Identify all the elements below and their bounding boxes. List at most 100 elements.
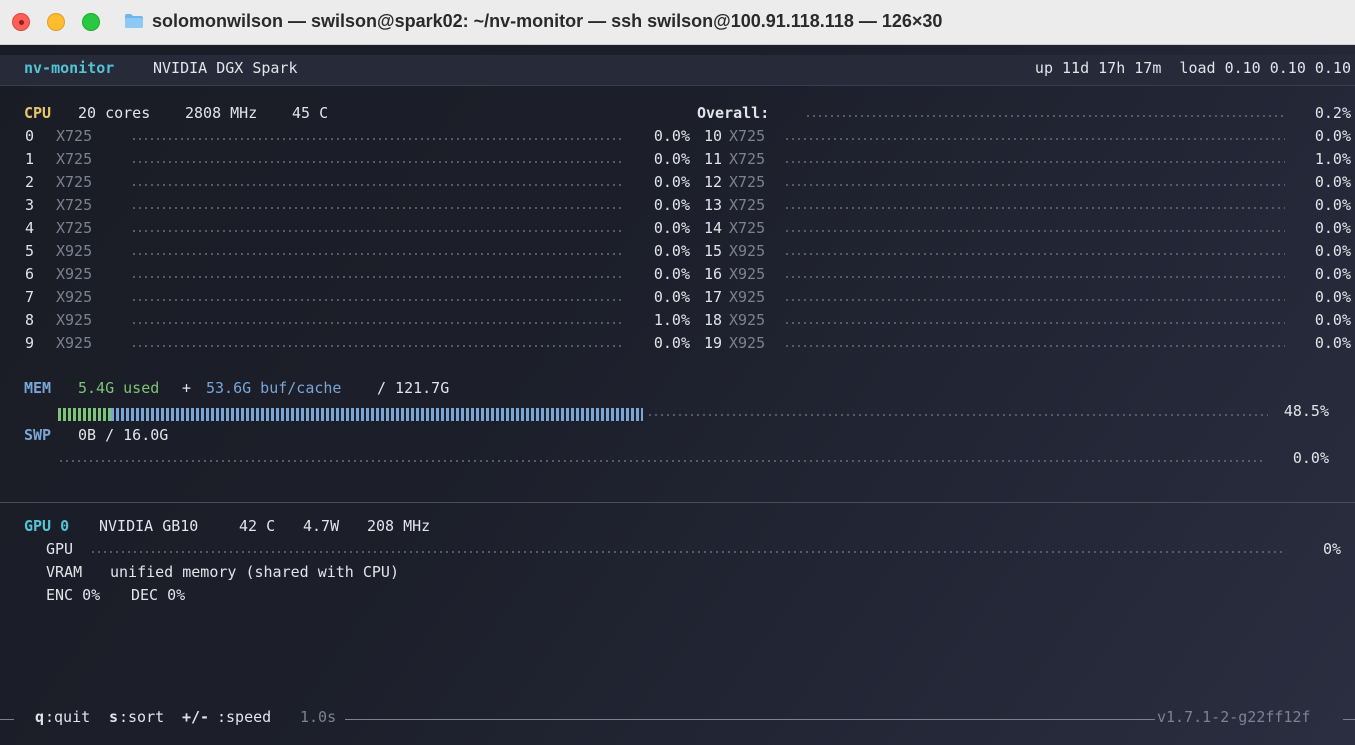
cpu-core-id: 7 xyxy=(24,288,34,306)
cpu-core-id: 2 xyxy=(24,173,34,191)
mem-free-bar xyxy=(647,414,1268,416)
cpu-core-id: 17 xyxy=(703,288,722,306)
cpu-core-type: X925 xyxy=(729,288,766,306)
cpu-core-bar xyxy=(131,184,624,186)
cpu-core-bar xyxy=(131,207,624,209)
cpu-core-type: X725 xyxy=(56,127,93,145)
cpu-core-type: X725 xyxy=(56,173,93,191)
cpu-freq: 2808 MHz xyxy=(185,104,258,122)
cpu-core-id: 6 xyxy=(24,265,34,283)
mem-percent: 48.5% xyxy=(1283,402,1329,420)
decoder-usage: DEC 0% xyxy=(131,586,186,604)
gpu-clock: 208 MHz xyxy=(367,517,431,535)
cpu-core-bar xyxy=(131,276,624,278)
cpu-core-bar xyxy=(784,299,1285,301)
cpu-core-bar xyxy=(131,345,624,347)
cpu-overall-bar xyxy=(805,115,1285,117)
cpu-core-bar xyxy=(784,207,1285,209)
cpu-core-type: X925 xyxy=(56,311,93,329)
cpu-overall-label: Overall: xyxy=(697,104,770,122)
cpu-core-usage: 0.0% xyxy=(653,265,690,283)
cpu-core-id: 9 xyxy=(24,334,34,352)
mem-used: 5.4G used xyxy=(78,379,160,397)
cpu-core-bar xyxy=(131,230,624,232)
uptime-load: up 11d 17h 17m load 0.10 0.10 0.10 xyxy=(1034,59,1351,77)
cpu-core-id: 10 xyxy=(703,127,722,145)
cpu-core-bar xyxy=(784,161,1285,163)
folder-icon xyxy=(125,14,143,28)
app-header: nv-monitor NVIDIA DGX Spark up 11d 17h 1… xyxy=(0,55,1355,86)
swap-bar xyxy=(58,460,1263,462)
cpu-core-id: 0 xyxy=(24,127,34,145)
terminal-content[interactable]: nv-monitor NVIDIA DGX Spark up 11d 17h 1… xyxy=(0,45,1355,745)
cpu-label: CPU xyxy=(24,104,52,122)
speed-value: 1.0s xyxy=(300,708,337,726)
gpu-temp: 42 C xyxy=(239,517,276,535)
zoom-button[interactable] xyxy=(82,13,100,31)
speed-key: +/- xyxy=(182,708,210,726)
mem-plus: + xyxy=(182,379,192,397)
cpu-core-type: X925 xyxy=(56,242,93,260)
cpu-core-type: X725 xyxy=(56,196,93,214)
mem-label: MEM xyxy=(24,379,52,397)
cpu-core-usage: 0.0% xyxy=(1314,288,1351,306)
gpu-util-value: 0% xyxy=(1322,540,1341,558)
gpu-util-label: GPU xyxy=(46,540,74,558)
cpu-core-usage: 0.0% xyxy=(1314,173,1351,191)
close-button[interactable] xyxy=(12,13,30,31)
sort-label: :sort xyxy=(119,708,165,726)
gpu-name: NVIDIA GB10 xyxy=(99,517,199,535)
cpu-core-id: 11 xyxy=(703,150,722,168)
cpu-core-bar xyxy=(784,322,1285,324)
footer-rule-left xyxy=(0,719,14,720)
cpu-core-usage: 0.0% xyxy=(653,150,690,168)
terminal-window: solomonwilson — swilson@spark02: ~/nv-mo… xyxy=(0,0,1355,745)
cpu-core-usage: 0.0% xyxy=(1314,127,1351,145)
section-divider xyxy=(0,502,1355,503)
cpu-core-type: X925 xyxy=(56,265,93,283)
version-label: v1.7.1-2-g22ff12f xyxy=(1157,708,1311,726)
quit-key: q xyxy=(35,708,45,726)
cpu-core-usage: 0.0% xyxy=(1314,334,1351,352)
cpu-core-bar xyxy=(784,253,1285,255)
cpu-core-type: X925 xyxy=(56,334,93,352)
cpu-core-usage: 0.0% xyxy=(653,173,690,191)
cpu-overall-value: 0.2% xyxy=(1314,104,1351,122)
vram-label: VRAM xyxy=(46,563,83,581)
minimize-button[interactable] xyxy=(47,13,65,31)
cpu-core-type: X925 xyxy=(729,311,766,329)
cpu-core-type: X725 xyxy=(56,219,93,237)
cpu-core-usage: 0.0% xyxy=(1314,219,1351,237)
cpu-core-usage: 0.0% xyxy=(1314,196,1351,214)
gpu-label: GPU 0 xyxy=(24,517,70,535)
cpu-core-usage: 1.0% xyxy=(1314,150,1351,168)
cpu-core-id: 12 xyxy=(703,173,722,191)
cpu-core-type: X925 xyxy=(56,288,93,306)
cpu-core-bar xyxy=(784,184,1285,186)
cpu-core-id: 8 xyxy=(24,311,34,329)
cpu-core-bar xyxy=(131,253,624,255)
cpu-core-id: 14 xyxy=(703,219,722,237)
cpu-core-id: 16 xyxy=(703,265,722,283)
cpu-core-type: X725 xyxy=(729,196,766,214)
cpu-core-id: 3 xyxy=(24,196,34,214)
cpu-core-usage: 0.0% xyxy=(1314,242,1351,260)
mem-used-bar xyxy=(58,408,111,421)
cpu-core-type: X925 xyxy=(729,265,766,283)
cpu-temp: 45 C xyxy=(292,104,329,122)
cpu-core-bar xyxy=(131,299,624,301)
cpu-core-usage: 0.0% xyxy=(653,196,690,214)
app-name: nv-monitor xyxy=(24,59,115,77)
cpu-core-type: X725 xyxy=(729,173,766,191)
cpu-core-type: X725 xyxy=(729,219,766,237)
cpu-core-id: 5 xyxy=(24,242,34,260)
cpu-core-bar xyxy=(131,161,624,163)
speed-label: :speed xyxy=(217,708,272,726)
cpu-core-bar xyxy=(131,322,624,324)
cpu-core-bar xyxy=(784,345,1285,347)
cpu-core-usage: 0.0% xyxy=(653,334,690,352)
cpu-core-id: 1 xyxy=(24,150,34,168)
cpu-core-type: X925 xyxy=(729,334,766,352)
encoder-usage: ENC 0% xyxy=(46,586,101,604)
cpu-core-usage: 0.0% xyxy=(1314,311,1351,329)
